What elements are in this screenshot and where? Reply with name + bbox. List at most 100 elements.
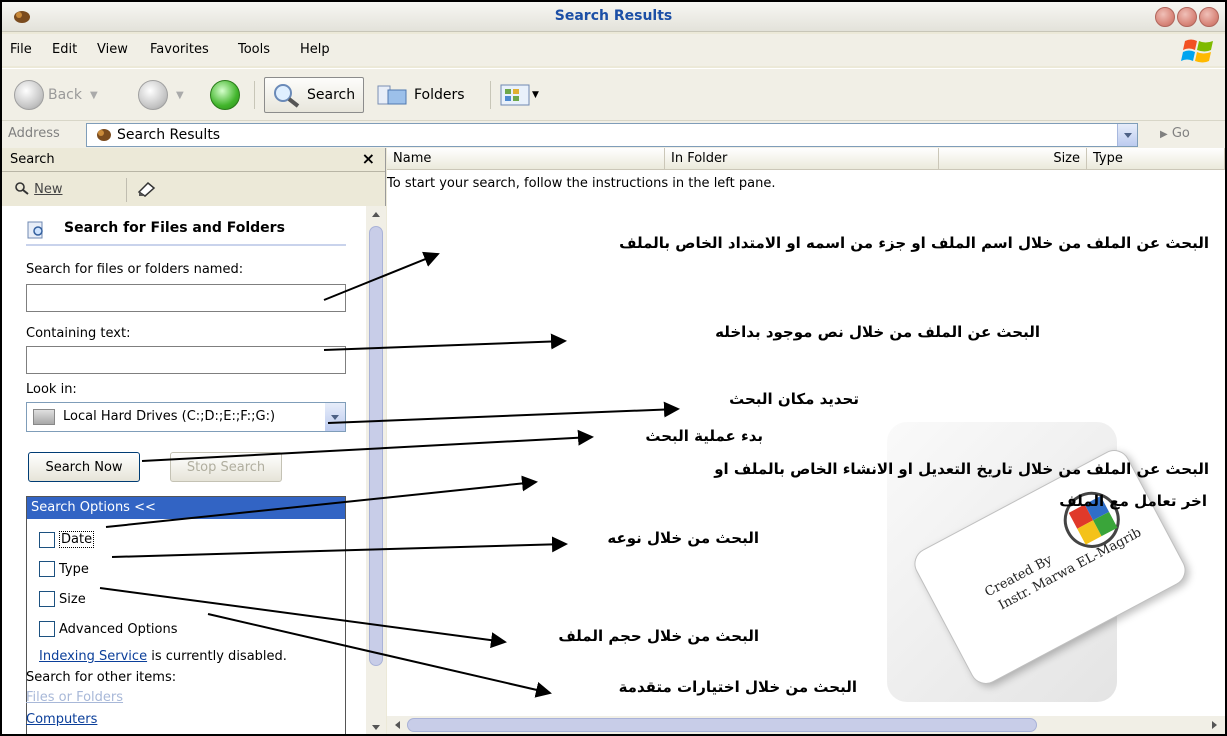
look-in-value: Local Hard Drives (C:;D:;E:;F:;G:) bbox=[63, 409, 276, 424]
column-name[interactable]: Name bbox=[387, 148, 665, 170]
results-hint: To start your search, follow the instruc… bbox=[387, 176, 776, 191]
other-items-label: Search for other items: bbox=[26, 670, 177, 685]
size-checkbox[interactable] bbox=[39, 591, 55, 607]
scroll-up-icon[interactable] bbox=[372, 212, 380, 217]
look-in-dropdown-button[interactable] bbox=[325, 403, 345, 431]
size-label: Size bbox=[59, 591, 86, 607]
search-pane-scrollbar[interactable] bbox=[366, 206, 386, 734]
menu-tools[interactable]: Tools bbox=[238, 42, 270, 57]
window-controls bbox=[1155, 7, 1219, 27]
advanced-checkbox[interactable] bbox=[39, 621, 55, 637]
size-option[interactable]: Size bbox=[39, 591, 86, 607]
search-pane-tools: New bbox=[2, 172, 385, 206]
back-label: Back bbox=[48, 87, 82, 103]
search-label: Search bbox=[307, 87, 356, 103]
type-option[interactable]: Type bbox=[39, 561, 89, 577]
new-search-label: New bbox=[34, 182, 63, 197]
search-files-icon bbox=[27, 221, 43, 239]
search-results-icon bbox=[97, 129, 111, 141]
tools-separator bbox=[126, 178, 127, 202]
menu-help[interactable]: Help bbox=[300, 42, 330, 57]
minimize-button[interactable] bbox=[1155, 7, 1175, 27]
containing-text-input[interactable] bbox=[26, 346, 346, 374]
search-pane-header: Search × bbox=[2, 148, 385, 172]
scroll-thumb[interactable] bbox=[369, 226, 383, 666]
column-in-folder[interactable]: In Folder bbox=[665, 148, 939, 170]
back-button[interactable]: Back ▼ bbox=[14, 77, 98, 113]
annotation-name: البحث عن الملف من خلال اسم الملف او جزء … bbox=[619, 234, 1209, 252]
look-in-select[interactable]: Local Hard Drives (C:;D:;E:;F:;G:) bbox=[26, 402, 346, 432]
toolbar: Back ▼ ▼ Search Folders ▼ bbox=[2, 68, 1225, 120]
go-button[interactable]: ▶ Go bbox=[1160, 126, 1190, 141]
search-icon bbox=[274, 84, 300, 108]
toolbar-separator-2 bbox=[490, 81, 491, 109]
stop-search-button[interactable]: Stop Search bbox=[170, 452, 282, 482]
computers-link[interactable]: Computers bbox=[26, 712, 97, 727]
up-button[interactable] bbox=[210, 77, 240, 113]
date-label: Date bbox=[59, 531, 95, 548]
search-button[interactable]: Search bbox=[264, 77, 365, 113]
type-checkbox[interactable] bbox=[39, 561, 55, 577]
toolbar-separator bbox=[254, 81, 255, 109]
maximize-button[interactable] bbox=[1177, 7, 1197, 27]
explorer-window: Search Results File Edit View Favorites … bbox=[0, 0, 1227, 736]
search-now-button[interactable]: Search Now bbox=[28, 452, 140, 482]
folders-button[interactable]: Folders bbox=[376, 77, 465, 113]
annotation-start: بدء عملية البحث bbox=[645, 427, 763, 445]
address-input[interactable]: Search Results bbox=[86, 123, 1138, 147]
back-dropdown-icon: ▼ bbox=[90, 89, 98, 101]
column-type[interactable]: Type bbox=[1087, 148, 1225, 170]
scroll-left-icon[interactable] bbox=[395, 721, 400, 729]
results-horizontal-scrollbar[interactable] bbox=[387, 716, 1225, 734]
window-title: Search Results bbox=[554, 8, 673, 24]
hscroll-thumb[interactable] bbox=[407, 718, 1037, 732]
title-bar: Search Results bbox=[2, 2, 1225, 32]
edit-icon[interactable] bbox=[136, 180, 158, 198]
close-button[interactable] bbox=[1199, 7, 1219, 27]
annotation-location: تحديد مكان البحث bbox=[729, 390, 859, 408]
menu-view[interactable]: View bbox=[97, 42, 128, 57]
look-in-label: Look in: bbox=[26, 382, 77, 397]
annotation-size: البحث من خلال حجم الملف bbox=[558, 627, 759, 645]
containing-text-label: Containing text: bbox=[26, 326, 131, 341]
folders-icon bbox=[377, 85, 407, 105]
files-or-folders-link[interactable]: Files or Folders bbox=[26, 690, 123, 705]
forward-button[interactable]: ▼ bbox=[138, 77, 184, 113]
views-button[interactable]: ▼ bbox=[500, 77, 539, 113]
back-icon bbox=[14, 80, 44, 110]
indexing-status: Indexing Service is currently disabled. bbox=[39, 649, 287, 664]
views-dropdown-icon: ▼ bbox=[532, 90, 539, 100]
indexing-service-link[interactable]: Indexing Service bbox=[39, 649, 147, 664]
search-pane-title: Search bbox=[10, 152, 55, 167]
date-checkbox[interactable] bbox=[39, 531, 55, 548]
column-size[interactable]: Size bbox=[939, 148, 1087, 170]
annotation-advanced: البحث من خلال اختيارات متقدمة bbox=[618, 678, 857, 696]
new-search-button[interactable]: New bbox=[14, 181, 63, 197]
forward-icon bbox=[138, 80, 168, 110]
annotation-type: البحث من خلال نوعه bbox=[607, 529, 759, 547]
scroll-right-icon[interactable] bbox=[1212, 721, 1217, 729]
filename-label: Search for files or folders named: bbox=[26, 262, 244, 277]
indexing-status-text: is currently disabled. bbox=[147, 649, 287, 664]
address-value: Search Results bbox=[117, 127, 221, 143]
close-pane-button[interactable]: × bbox=[362, 149, 375, 168]
search-pane: Search × New Search for Files and Folder… bbox=[2, 148, 386, 734]
filename-input[interactable] bbox=[26, 284, 346, 312]
drive-icon bbox=[33, 409, 55, 425]
search-options-header[interactable]: Search Options << bbox=[27, 497, 345, 519]
folders-label: Folders bbox=[414, 87, 465, 103]
annotation-date-1: البحث عن الملف من خلال تاريخ التعديل او … bbox=[714, 460, 1209, 478]
menu-file[interactable]: File bbox=[10, 42, 32, 57]
menu-favorites[interactable]: Favorites bbox=[150, 42, 209, 57]
date-option[interactable]: Date bbox=[39, 531, 95, 548]
search-form-title: Search for Files and Folders bbox=[64, 220, 285, 236]
forward-dropdown-icon: ▼ bbox=[176, 89, 184, 101]
annotation-date-2: اخر تعامل مع الملف bbox=[1059, 492, 1207, 510]
menu-edit[interactable]: Edit bbox=[52, 42, 77, 57]
address-bar: Address Search Results ▶ Go bbox=[2, 120, 1225, 148]
scroll-down-icon[interactable] bbox=[372, 725, 380, 730]
address-label: Address bbox=[8, 126, 60, 141]
advanced-option[interactable]: Advanced Options bbox=[39, 621, 178, 637]
address-dropdown-button[interactable] bbox=[1117, 124, 1137, 146]
annotation-text: البحث عن الملف من خلال نص موجود بداخله bbox=[715, 323, 1040, 341]
